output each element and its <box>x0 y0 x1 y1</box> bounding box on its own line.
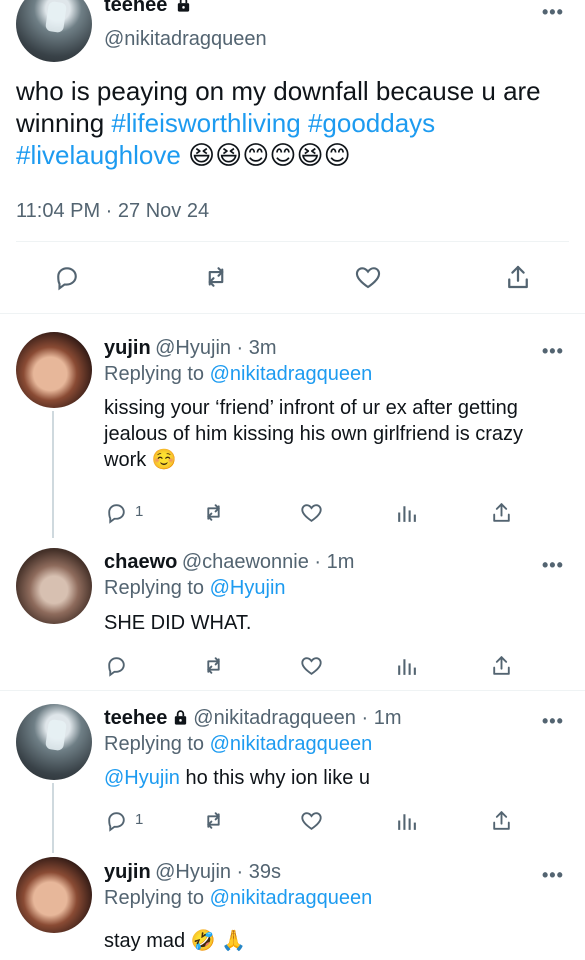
hashtag-link[interactable]: #lifeisworthliving <box>111 108 300 138</box>
reply-header: teehee @nikitadragqueen · 1m <box>104 707 401 730</box>
reply-text: kissing your ‘friend’ infront of ur ex a… <box>104 395 534 473</box>
more-horizontal-icon[interactable]: ••• <box>542 555 564 576</box>
emoji: 😆 <box>296 140 324 170</box>
reply-text: @Hyujin ho this why ion like u <box>104 765 370 791</box>
retweet-icon[interactable] <box>199 500 228 525</box>
views-icon[interactable] <box>394 500 419 525</box>
thread-line <box>52 783 54 853</box>
replying-label: Replying to <box>104 733 205 755</box>
share-icon[interactable] <box>489 653 514 678</box>
more-horizontal-icon[interactable]: ••• <box>542 865 564 886</box>
reply-header: yujin @Hyujin · 3m <box>104 337 277 360</box>
reply-author-name[interactable]: chaewo <box>104 551 177 573</box>
reply-icon[interactable] <box>104 653 129 678</box>
author-handle[interactable]: @nikitadragqueen <box>104 28 267 51</box>
thread-line <box>52 411 54 538</box>
reply-text-body: stay mad <box>104 930 186 952</box>
reply-count: 1 <box>135 503 144 520</box>
replying-label: Replying to <box>104 363 205 385</box>
views-icon[interactable] <box>394 808 419 833</box>
reply-text-body: ho this why ion like u <box>185 767 370 789</box>
retweet-icon[interactable] <box>199 653 228 678</box>
reply-author-name[interactable]: yujin <box>104 861 151 883</box>
heart-icon[interactable] <box>299 808 324 833</box>
emoji: 😊 <box>269 140 297 170</box>
divider <box>0 313 585 314</box>
emoji: 😊 <box>323 140 351 170</box>
share-icon[interactable] <box>489 500 514 525</box>
retweet-icon[interactable] <box>200 262 232 292</box>
replying-to: Replying to @nikitadragqueen <box>104 887 372 910</box>
hashtag-link[interactable]: #gooddays <box>308 108 435 138</box>
emoji: 😊 <box>242 140 270 170</box>
replying-label: Replying to <box>104 577 205 599</box>
retweet-icon[interactable] <box>199 808 228 833</box>
reply-text: stay mad 🤣 🙏 <box>104 928 246 954</box>
author-name[interactable]: teehee <box>104 0 167 16</box>
emoji: 😆 <box>215 140 243 170</box>
author-row: teehee <box>104 0 192 17</box>
share-icon[interactable] <box>489 808 514 833</box>
replying-to: Replying to @nikitadragqueen <box>104 733 372 756</box>
emoji: 🤣 <box>190 930 216 952</box>
mention-link[interactable]: @nikitadragqueen <box>210 363 373 385</box>
reply-handle-time[interactable]: @nikitadragqueen · 1m <box>193 707 401 729</box>
heart-icon[interactable] <box>299 500 324 525</box>
lock-icon <box>175 0 192 13</box>
reply-count: 1 <box>135 811 144 828</box>
heart-icon[interactable] <box>299 653 324 678</box>
avatar[interactable] <box>16 548 92 624</box>
heart-icon[interactable] <box>353 262 383 292</box>
replying-label: Replying to <box>104 887 205 909</box>
share-icon[interactable] <box>503 262 533 292</box>
divider <box>16 241 569 242</box>
more-horizontal-icon[interactable]: ••• <box>542 711 564 732</box>
avatar[interactable] <box>16 857 92 933</box>
tweet-timestamp: 11:04 PM · 27 Nov 24 <box>16 200 210 222</box>
reply-text: SHE DID WHAT. <box>104 612 252 634</box>
mention-link[interactable]: @nikitadragqueen <box>210 733 373 755</box>
mention-link[interactable]: @Hyujin <box>210 577 286 599</box>
replying-to: Replying to @Hyujin <box>104 577 286 600</box>
tweet-text: who is peaying on my downfall because u … <box>16 75 561 171</box>
views-icon[interactable] <box>394 653 419 678</box>
mention-link[interactable]: @nikitadragqueen <box>210 887 373 909</box>
emoji: 🙏 <box>221 930 247 952</box>
more-horizontal-icon[interactable]: ••• <box>542 2 564 23</box>
reply-handle-time[interactable]: @Hyujin · 3m <box>155 337 276 359</box>
reply-icon[interactable] <box>104 500 129 525</box>
reply-icon[interactable] <box>52 262 82 292</box>
avatar[interactable] <box>16 0 92 62</box>
avatar[interactable] <box>16 704 92 780</box>
lock-icon <box>172 709 189 726</box>
mention-link[interactable]: @Hyujin <box>104 767 180 789</box>
more-horizontal-icon[interactable]: ••• <box>542 341 564 362</box>
emoji: ☺️ <box>151 449 177 471</box>
emoji: 😆 <box>188 140 216 170</box>
reply-handle-time[interactable]: @chaewonnie · 1m <box>182 551 355 573</box>
avatar[interactable] <box>16 332 92 408</box>
reply-author-name[interactable]: teehee <box>104 707 167 729</box>
reply-header: yujin @Hyujin · 39s <box>104 861 281 884</box>
divider <box>0 690 585 691</box>
reply-header: chaewo @chaewonnie · 1m <box>104 551 354 574</box>
reply-handle-time[interactable]: @Hyujin · 39s <box>155 861 281 883</box>
reply-author-name[interactable]: yujin <box>104 337 151 359</box>
replying-to: Replying to @nikitadragqueen <box>104 363 372 386</box>
hashtag-link[interactable]: #livelaughlove <box>16 140 181 170</box>
reply-icon[interactable] <box>104 808 129 833</box>
